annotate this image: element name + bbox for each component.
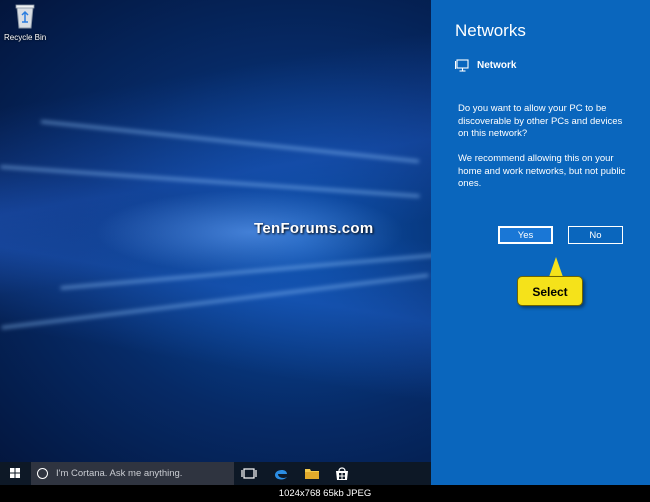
windows-start-icon [10,468,20,478]
search-placeholder: I'm Cortana. Ask me anything. [56,468,183,479]
callout-pointer [549,257,563,277]
cortana-icon [37,468,48,479]
discoverable-question: Do you want to allow your PC to be disco… [458,103,623,139]
network-monitor-icon [455,59,469,72]
watermark-text: TenForums.com [254,220,374,237]
recycle-bin-icon [14,3,36,29]
recommendation-text: We recommend allowing this on your home … [458,153,626,189]
desktop[interactable]: Recycle Bin TenForums.com [0,0,431,462]
recycle-bin-label: Recycle Bin [4,33,47,42]
panel-title: Networks [455,21,526,40]
yes-button[interactable]: Yes [498,226,553,244]
screen: Recycle Bin TenForums.com I'm Cortana. A… [0,0,650,485]
no-button[interactable]: No [568,226,623,244]
task-view-icon[interactable] [241,466,257,481]
file-explorer-icon[interactable] [304,466,320,481]
network-row: Network [455,59,516,72]
recycle-bin-shortcut[interactable]: Recycle Bin [4,3,46,42]
image-info-bar: 1024x768 65kb JPEG [0,485,650,502]
start-button[interactable] [0,462,30,485]
cortana-search-box[interactable]: I'm Cortana. Ask me anything. [31,462,234,485]
select-callout: Select [517,276,583,306]
edge-icon[interactable] [273,466,289,481]
store-icon[interactable] [334,466,350,481]
networks-panel: Networks Network Do you want to allow yo… [431,0,650,485]
network-name: Network [477,60,517,71]
taskbar: I'm Cortana. Ask me anything. [0,462,431,485]
